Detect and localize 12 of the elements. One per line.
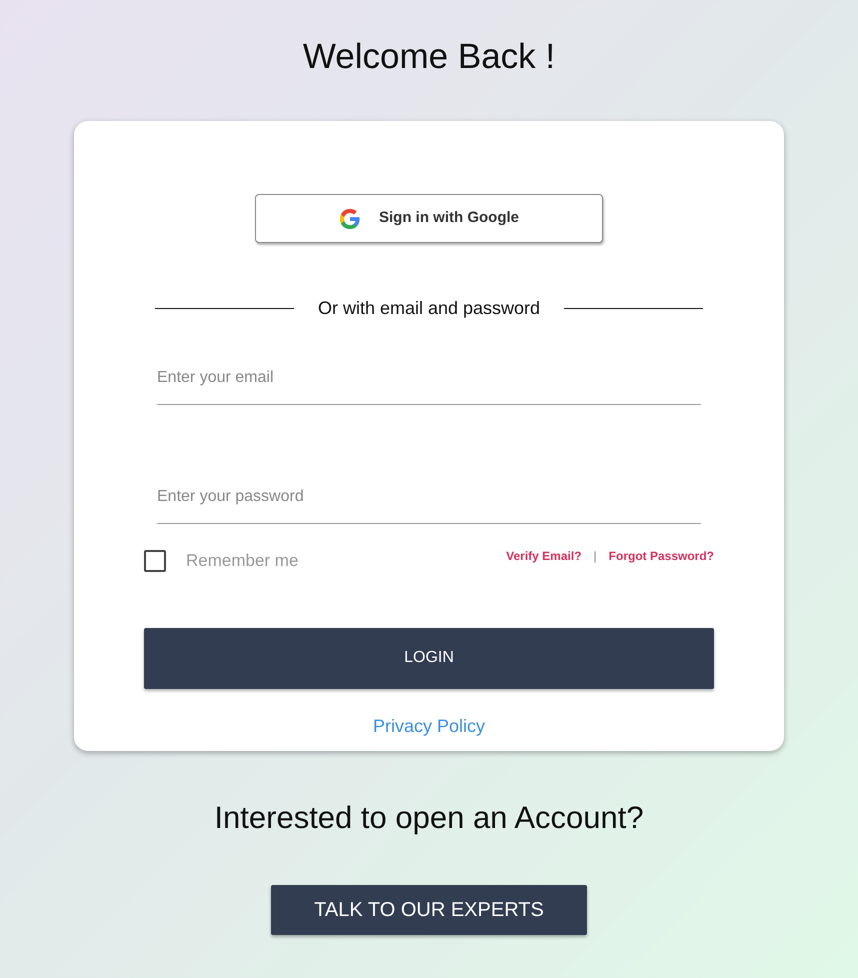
google-sign-in-button[interactable]: Sign in with Google bbox=[255, 194, 603, 243]
signup-prompt: Interested to open an Account? bbox=[213, 799, 645, 837]
verify-email-link[interactable]: Verify Email? bbox=[506, 546, 582, 565]
page-title: Welcome Back ! bbox=[302, 36, 556, 78]
divider-text: Or with email and password bbox=[318, 297, 540, 320]
google-icon bbox=[339, 208, 361, 230]
forgot-password-link[interactable]: Forgot Password? bbox=[608, 546, 714, 565]
remember-label: Remember me bbox=[186, 550, 298, 572]
talk-to-experts-button[interactable]: TALK TO OUR EXPERTS bbox=[271, 884, 587, 934]
remember-checkbox[interactable] bbox=[144, 550, 166, 572]
link-separator: | bbox=[594, 548, 597, 565]
login-button[interactable]: LOGIN bbox=[144, 628, 714, 688]
